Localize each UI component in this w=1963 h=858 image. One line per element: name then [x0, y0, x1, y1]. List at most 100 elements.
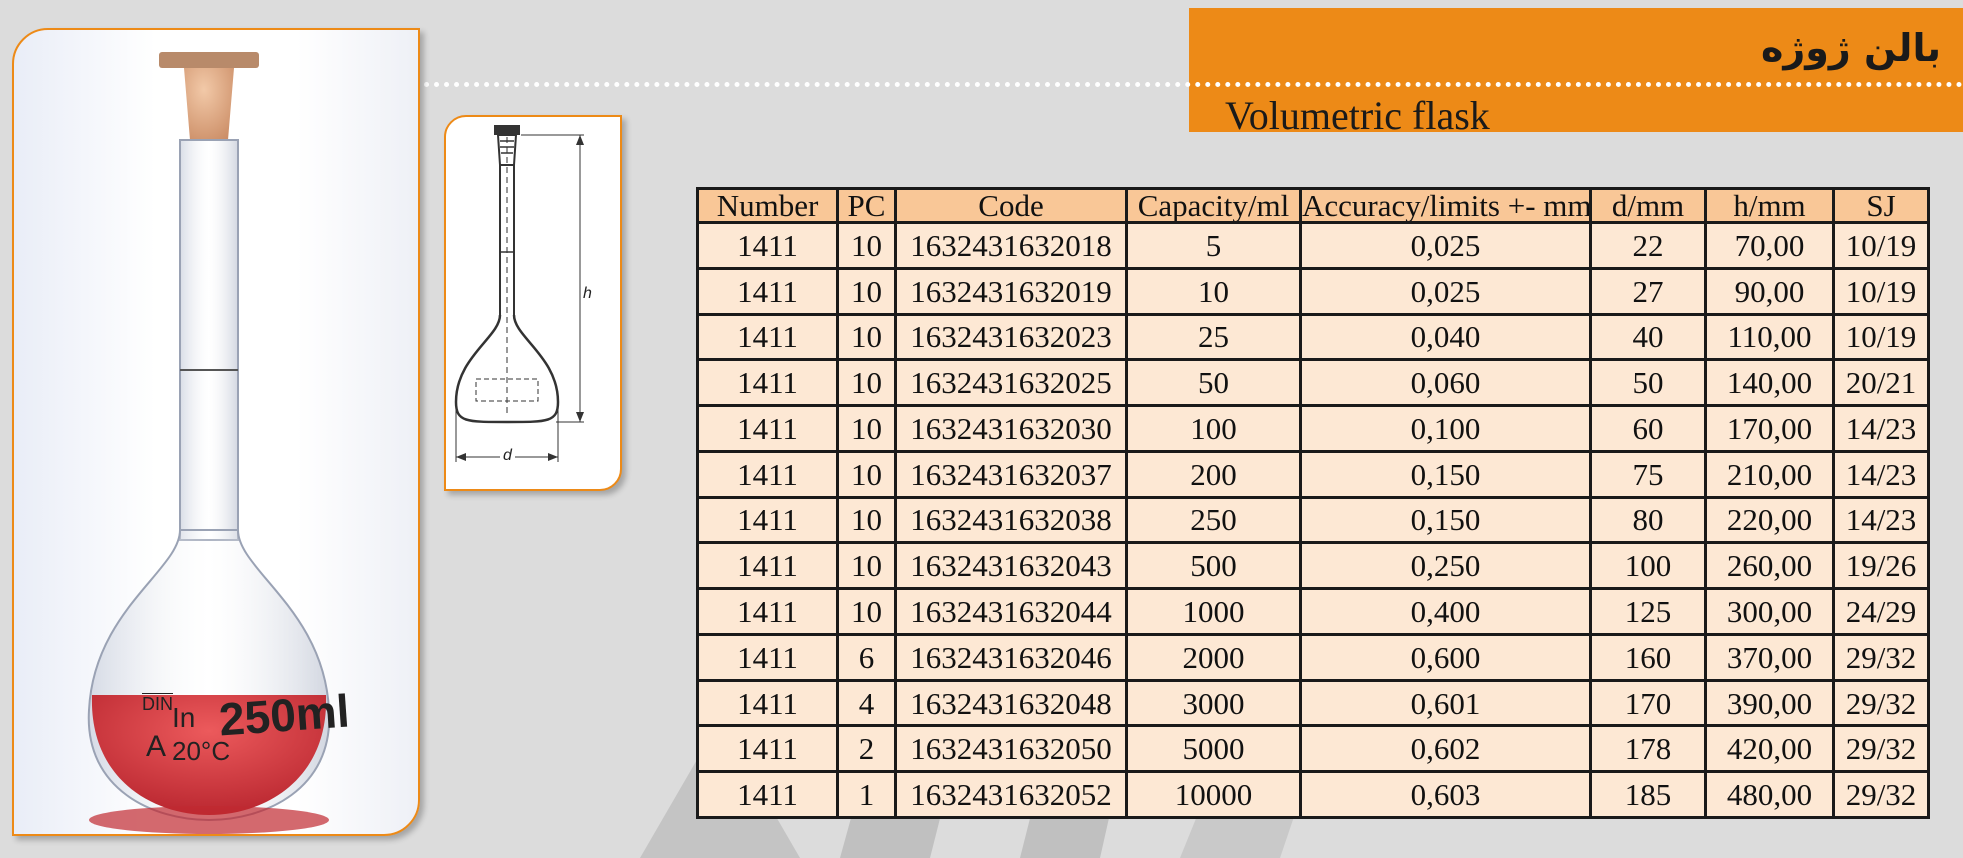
flask-diagram: h d	[444, 115, 622, 491]
cell-d: 185	[1589, 770, 1707, 819]
table-row: 1411 6 1632431632046 2000 0,600 160 370,…	[696, 632, 1930, 682]
cell-h: 90,00	[1704, 266, 1835, 316]
table-row: 1411 10 1632431632025 50 0,060 50 140,00…	[696, 358, 1930, 408]
cell-code: 1632431632025	[894, 358, 1128, 408]
col-header-capacity: Capacity/ml	[1125, 187, 1302, 224]
col-header-d: d/mm	[1589, 187, 1707, 224]
cell-h: 420,00	[1704, 724, 1835, 774]
cell-number: 1411	[696, 404, 839, 453]
cell-capacity: 250	[1125, 495, 1302, 545]
cell-d: 160	[1589, 632, 1707, 682]
cell-accuracy: 0,250	[1299, 541, 1592, 591]
cell-pc: 10	[836, 266, 897, 316]
cell-code: 1632431632048	[894, 678, 1128, 728]
cell-number: 1411	[696, 678, 839, 728]
col-header-pc: PC	[836, 187, 897, 224]
cell-code: 1632431632023	[894, 312, 1128, 362]
cell-d: 170	[1589, 678, 1707, 728]
cell-capacity: 10	[1125, 266, 1302, 316]
cell-pc: 10	[836, 358, 897, 408]
cell-accuracy: 0,400	[1299, 587, 1592, 636]
cell-pc: 2	[836, 724, 897, 774]
table-row: 1411 4 1632431632048 3000 0,601 170 390,…	[696, 678, 1930, 728]
cell-capacity: 200	[1125, 449, 1302, 499]
cell-h: 220,00	[1704, 495, 1835, 545]
cell-sj: 29/32	[1832, 770, 1930, 819]
cell-d: 125	[1589, 587, 1707, 636]
flask-temp-mark: 20°C	[172, 736, 231, 766]
title-persian: بالن ژوژه	[1760, 26, 1941, 70]
cell-accuracy: 0,150	[1299, 449, 1592, 499]
cell-sj: 14/23	[1832, 449, 1930, 499]
cell-sj: 29/32	[1832, 724, 1930, 774]
cell-sj: 10/19	[1832, 312, 1930, 362]
table-row: 1411 10 1632431632018 5 0,025 22 70,00 1…	[696, 221, 1930, 270]
cell-accuracy: 0,600	[1299, 632, 1592, 682]
cell-number: 1411	[696, 587, 839, 636]
cell-d: 75	[1589, 449, 1707, 499]
cell-h: 210,00	[1704, 449, 1835, 499]
cell-code: 1632431632046	[894, 632, 1128, 682]
cell-capacity: 3000	[1125, 678, 1302, 728]
table-row: 1411 10 1632431632037 200 0,150 75 210,0…	[696, 449, 1930, 499]
cell-h: 110,00	[1704, 312, 1835, 362]
cell-capacity: 25	[1125, 312, 1302, 362]
cell-capacity: 50	[1125, 358, 1302, 408]
table-row: 1411 10 1632431632023 25 0,040 40 110,00…	[696, 312, 1930, 362]
cell-d: 80	[1589, 495, 1707, 545]
cell-code: 1632431632050	[894, 724, 1128, 774]
cell-capacity: 1000	[1125, 587, 1302, 636]
cell-d: 22	[1589, 221, 1707, 270]
cell-pc: 10	[836, 312, 897, 362]
cell-h: 300,00	[1704, 587, 1835, 636]
cell-sj: 10/19	[1832, 221, 1930, 270]
cell-h: 370,00	[1704, 632, 1835, 682]
dotted-divider	[414, 82, 1963, 87]
cell-capacity: 5000	[1125, 724, 1302, 774]
cell-h: 140,00	[1704, 358, 1835, 408]
cell-d: 178	[1589, 724, 1707, 774]
cell-capacity: 2000	[1125, 632, 1302, 682]
cell-sj: 19/26	[1832, 541, 1930, 591]
table-header-row: Number PC Code Capacity/ml Accuracy/limi…	[696, 187, 1930, 224]
cell-accuracy: 0,100	[1299, 404, 1592, 453]
cell-number: 1411	[696, 770, 839, 819]
cell-code: 1632431632030	[894, 404, 1128, 453]
cell-pc: 1	[836, 770, 897, 819]
cell-number: 1411	[696, 724, 839, 774]
table-row: 1411 10 1632431632019 10 0,025 27 90,00 …	[696, 266, 1930, 316]
cell-accuracy: 0,602	[1299, 724, 1592, 774]
flask-class-mark: A	[146, 730, 167, 763]
cell-number: 1411	[696, 221, 839, 270]
table-row: 1411 10 1632431632044 1000 0,400 125 300…	[696, 587, 1930, 636]
cell-h: 170,00	[1704, 404, 1835, 453]
cell-number: 1411	[696, 266, 839, 316]
spec-table: Number PC Code Capacity/ml Accuracy/limi…	[696, 187, 1930, 819]
table-row: 1411 10 1632431632030 100 0,100 60 170,0…	[696, 404, 1930, 453]
cell-accuracy: 0,060	[1299, 358, 1592, 408]
catalog-page: بالن ژوژه Volumetric flask 250ml In DIN …	[0, 0, 1963, 858]
cell-sj: 29/32	[1832, 678, 1930, 728]
title-english: Volumetric flask	[1225, 93, 1490, 138]
cell-pc: 10	[836, 404, 897, 453]
table-row: 1411 1 1632431632052 10000 0,603 185 480…	[696, 770, 1930, 819]
cell-pc: 10	[836, 495, 897, 545]
cell-pc: 6	[836, 632, 897, 682]
cell-sj: 29/32	[1832, 632, 1930, 682]
cell-code: 1632431632018	[894, 221, 1128, 270]
cell-pc: 10	[836, 587, 897, 636]
cell-sj: 20/21	[1832, 358, 1930, 408]
cell-sj: 14/23	[1832, 404, 1930, 453]
diagram-label-d: d	[500, 447, 515, 465]
flask-illustration	[87, 52, 331, 834]
cell-accuracy: 0,603	[1299, 770, 1592, 819]
cell-accuracy: 0,150	[1299, 495, 1592, 545]
cell-code: 1632431632037	[894, 449, 1128, 499]
col-header-h: h/mm	[1704, 187, 1835, 224]
cell-pc: 4	[836, 678, 897, 728]
cell-h: 480,00	[1704, 770, 1835, 819]
cell-capacity: 5	[1125, 221, 1302, 270]
cell-pc: 10	[836, 449, 897, 499]
cell-code: 1632431632019	[894, 266, 1128, 316]
diagram-drawing	[454, 125, 584, 462]
